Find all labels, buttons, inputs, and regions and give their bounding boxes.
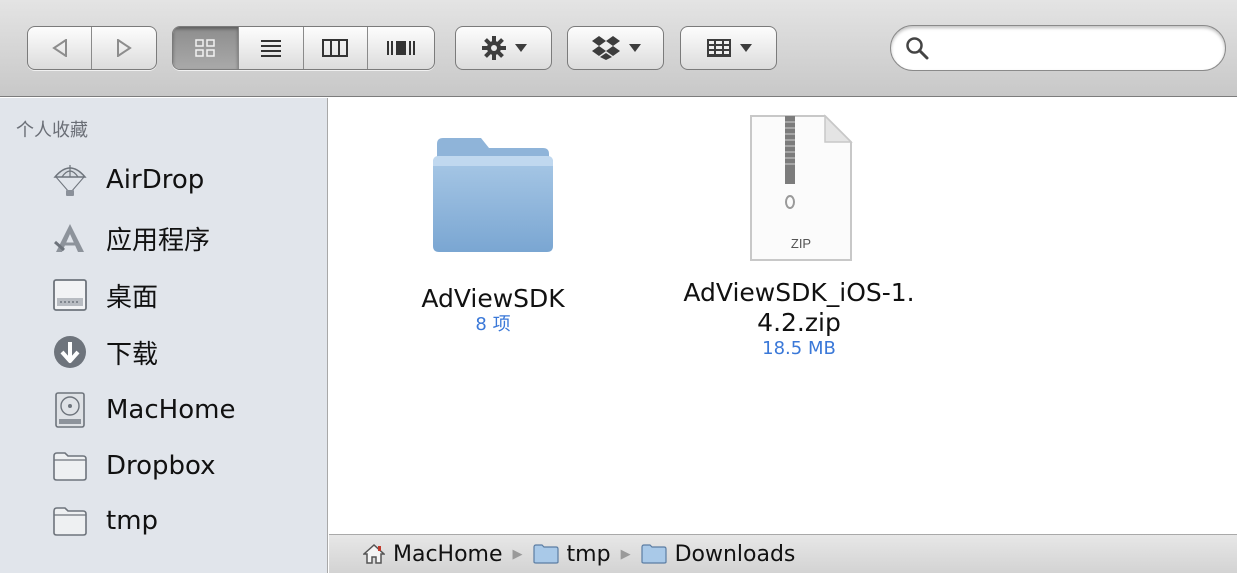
sidebar-item-label: 应用程序: [106, 225, 211, 256]
list-view-button[interactable]: [239, 27, 304, 69]
sidebar-item-label: AirDrop: [106, 165, 205, 195]
back-forward-control: [27, 26, 157, 70]
sidebar-item-label: Dropbox: [106, 451, 216, 481]
file-meta: 8 项: [475, 314, 511, 335]
back-button[interactable]: [28, 27, 92, 69]
applications-icon: [51, 219, 89, 257]
sidebar-item-tmp[interactable]: tmp: [0, 496, 327, 546]
path-item-label: tmp: [566, 541, 611, 567]
sidebar-item-label: 下载: [106, 339, 159, 370]
search-icon: [906, 37, 929, 60]
sidebar-item-machome[interactable]: MacHome: [0, 385, 327, 435]
hard-drive-icon: [51, 391, 89, 429]
column-view-button[interactable]: [304, 27, 369, 69]
cover-flow-view-button[interactable]: [368, 27, 434, 69]
home-icon: [363, 543, 385, 564]
search-field[interactable]: [890, 25, 1226, 71]
sidebar-item-dropbox[interactable]: Dropbox: [0, 441, 327, 491]
finder-window: 个人收藏 AirDrop 应用程序 桌面 下载 MacHome Dropbox …: [0, 0, 1237, 573]
dropbox-icon: [591, 36, 620, 60]
sidebar-item-desktop[interactable]: 桌面: [0, 270, 327, 320]
downloads-icon: [51, 333, 89, 371]
sidebar-item-label: tmp: [106, 506, 159, 536]
path-separator-icon: ▶: [512, 546, 523, 561]
arrange-grid-icon: [706, 39, 731, 57]
file-name-line2: 4.2.zip: [757, 308, 841, 337]
icon-view-icon: [195, 39, 216, 57]
arrange-menu-button[interactable]: [680, 26, 777, 70]
file-name-line1: AdViewSDK_iOS-1.: [683, 278, 915, 307]
sidebar-item-downloads[interactable]: 下载: [0, 327, 327, 377]
path-item-label: MacHome: [393, 541, 503, 567]
list-view-icon: [260, 40, 281, 57]
gear-icon: [481, 36, 506, 60]
toolbar: [0, 0, 1237, 97]
chevron-right-icon: [117, 39, 132, 57]
sidebar-item-label: MacHome: [106, 395, 236, 425]
search-input[interactable]: [939, 32, 1209, 64]
file-item-adviewsdk-zip[interactable]: ZIP AdViewSDK_iOS-1. 4.2.zip 18.5 MB: [664, 112, 934, 360]
airdrop-icon: [51, 161, 89, 199]
file-name: AdViewSDK: [421, 284, 565, 313]
column-view-icon: [322, 39, 349, 57]
sidebar-heading-favorites: 个人收藏: [16, 120, 88, 141]
file-item-adviewsdk[interactable]: AdViewSDK 8 项: [393, 128, 593, 336]
zip-file-icon: ZIP: [750, 114, 853, 261]
file-meta: 18.5 MB: [762, 338, 836, 359]
folder-icon: [640, 544, 667, 564]
sidebar-item-airdrop[interactable]: AirDrop: [0, 155, 327, 205]
cover-flow-view-icon: [387, 41, 416, 55]
file-browser-content: AdViewSDK 8 项 ZIP AdViewSDK_iOS-1. 4.2.z…: [329, 98, 1237, 534]
folder-icon: [51, 447, 89, 485]
view-mode-control: [172, 26, 435, 70]
icon-view-button[interactable]: [173, 27, 239, 69]
path-separator-icon: ▶: [620, 546, 631, 561]
zip-label: ZIP: [791, 236, 811, 251]
chevron-down-icon: [739, 44, 752, 52]
path-bar: MacHome ▶ tmp ▶ Downloads: [329, 534, 1237, 573]
path-item-machome[interactable]: MacHome: [363, 542, 503, 567]
sidebar-item-label: 桌面: [106, 282, 159, 313]
folder-icon: [433, 138, 553, 252]
chevron-left-icon: [51, 39, 67, 57]
dropbox-menu-button[interactable]: [567, 26, 664, 70]
action-menu-button[interactable]: [455, 26, 552, 70]
desktop-icon: [51, 276, 89, 314]
path-item-label: Downloads: [674, 541, 796, 567]
sidebar: 个人收藏 AirDrop 应用程序 桌面 下载 MacHome Dropbox …: [0, 98, 328, 573]
folder-icon: [51, 502, 89, 540]
folder-icon: [532, 544, 559, 564]
path-item-downloads[interactable]: Downloads: [640, 541, 796, 567]
sidebar-item-applications[interactable]: 应用程序: [0, 213, 327, 263]
chevron-down-icon: [628, 44, 641, 52]
chevron-down-icon: [514, 44, 527, 52]
forward-button[interactable]: [92, 27, 156, 69]
path-item-tmp[interactable]: tmp: [532, 541, 611, 567]
